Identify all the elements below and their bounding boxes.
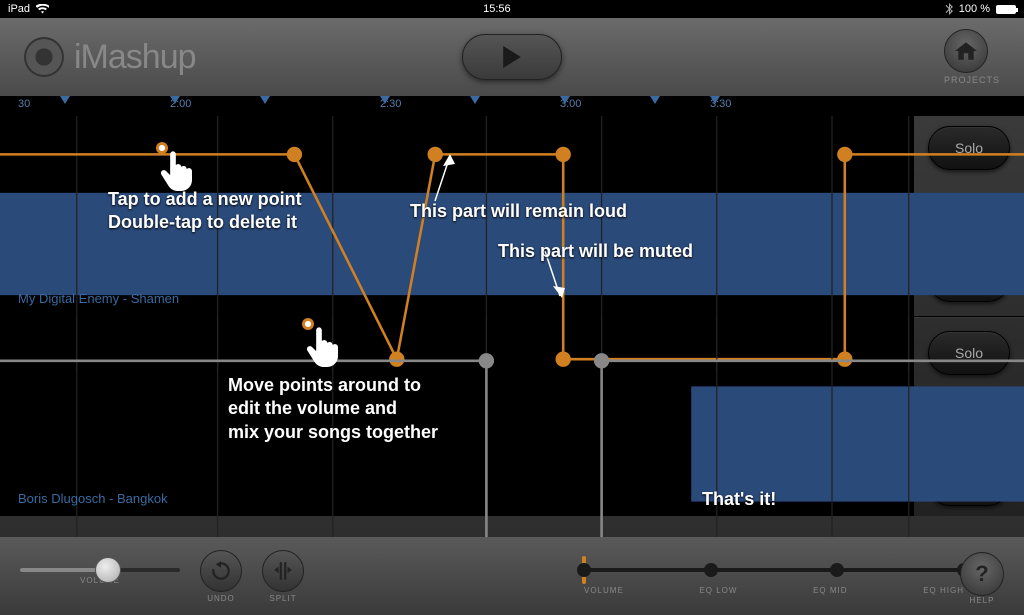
question-icon: ? bbox=[975, 561, 988, 587]
clock: 15:56 bbox=[483, 3, 511, 15]
app-logo: iMashup bbox=[24, 37, 196, 77]
disc-icon bbox=[24, 37, 64, 77]
split-label: SPLIT bbox=[269, 594, 296, 603]
ruler-marker bbox=[380, 96, 390, 104]
track-2-label: Boris Dlugosch - Bangkok bbox=[18, 491, 168, 506]
top-toolbar: iMashup PROJECTS bbox=[0, 18, 1024, 96]
tutorial-move-text: Move points around to edit the volume an… bbox=[228, 374, 438, 444]
undo-label: UNDO bbox=[207, 594, 235, 603]
eq-mode-slider[interactable]: VOLUME EQ LOW EQ MID EQ HIGH bbox=[584, 558, 964, 595]
ruler-marker bbox=[650, 96, 660, 104]
ruler-marker bbox=[60, 96, 70, 104]
device-label: iPad bbox=[8, 3, 30, 15]
timeline-area[interactable]: 30 2:00 2:30 3:00 3:30 Solo BPM Solo bbox=[0, 96, 1024, 516]
battery-percent: 100 % bbox=[959, 3, 990, 15]
ios-status-bar: iPad 15:56 100 % bbox=[0, 0, 1024, 18]
home-icon bbox=[955, 40, 977, 62]
ruler-marker bbox=[470, 96, 480, 104]
audio-track-2[interactable]: Boris Dlugosch - Bangkok bbox=[0, 316, 1024, 516]
eq-label: EQ HIGH bbox=[923, 586, 964, 595]
split-button[interactable] bbox=[262, 550, 304, 592]
tutorial-done-text: That's it! bbox=[702, 488, 776, 511]
eq-stop[interactable] bbox=[577, 563, 591, 577]
help-button[interactable]: ? bbox=[960, 552, 1004, 596]
ruler-marker bbox=[170, 96, 180, 104]
eq-stop[interactable] bbox=[830, 563, 844, 577]
master-volume-slider[interactable]: VOLUME bbox=[20, 568, 180, 585]
eq-label: EQ MID bbox=[813, 586, 847, 595]
ruler-marker bbox=[710, 96, 720, 104]
help-label: HELP bbox=[960, 596, 1004, 605]
play-button[interactable] bbox=[462, 34, 562, 80]
app-window: iMashup PROJECTS 30 2:00 2:30 3:00 3:30 bbox=[0, 18, 1024, 615]
ruler-marker bbox=[560, 96, 570, 104]
battery-icon bbox=[996, 5, 1016, 14]
undo-button[interactable] bbox=[200, 550, 242, 592]
ruler-marker bbox=[260, 96, 270, 104]
wifi-icon bbox=[36, 4, 49, 14]
eq-label: VOLUME bbox=[584, 586, 624, 595]
tutorial-muted-text: This part will be muted bbox=[498, 240, 693, 263]
track-1-label: My Digital Enemy - Shamen bbox=[18, 291, 179, 306]
split-icon bbox=[272, 560, 294, 582]
eq-label: EQ LOW bbox=[699, 586, 737, 595]
bluetooth-icon bbox=[945, 3, 953, 15]
undo-icon bbox=[210, 560, 232, 582]
tutorial-loud-text: This part will remain loud bbox=[410, 200, 627, 223]
projects-label: PROJECTS bbox=[944, 75, 1000, 85]
bottom-toolbar: VOLUME UNDO SPLIT VOLUME EQ L bbox=[0, 537, 1024, 615]
projects-button[interactable] bbox=[944, 29, 988, 73]
play-icon bbox=[501, 46, 523, 68]
eq-stop[interactable] bbox=[704, 563, 718, 577]
waveform-icon bbox=[0, 316, 1024, 572]
pointer-hand-icon bbox=[304, 324, 344, 368]
tutorial-tap-text: Tap to add a new point Double-tap to del… bbox=[108, 188, 302, 235]
app-name: iMashup bbox=[74, 38, 196, 77]
time-ruler: 30 2:00 2:30 3:00 3:30 bbox=[0, 96, 1024, 116]
ruler-tick: 30 bbox=[18, 98, 30, 110]
pointer-hand-icon bbox=[158, 148, 198, 192]
